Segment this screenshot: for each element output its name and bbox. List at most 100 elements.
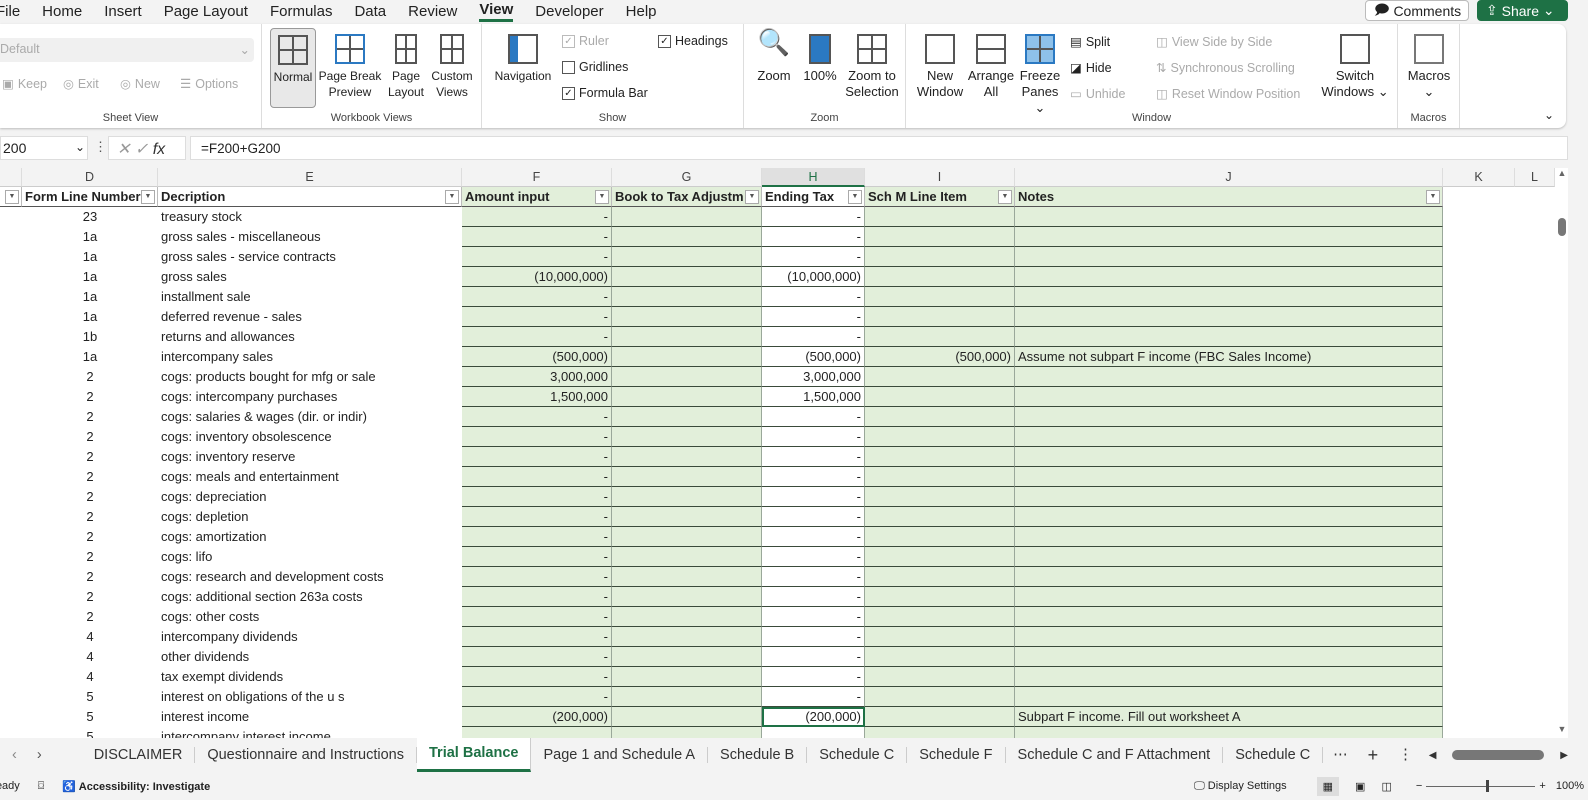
cell-H[interactable]: - [762,447,865,467]
cell-J[interactable] [1015,207,1443,227]
new-view-button[interactable]: ◎ New [120,76,160,92]
cell-F[interactable]: - [462,587,612,607]
cell-I[interactable] [865,687,1015,707]
cell-I[interactable] [865,207,1015,227]
cell-J[interactable] [1015,227,1443,247]
formula-input[interactable]: =F200+G200 [190,136,1568,160]
cell-H[interactable]: - [762,567,865,587]
cell-G[interactable] [612,607,762,627]
sheet-view-select[interactable]: Default ⌄ [0,38,254,62]
cell-F[interactable]: - [462,647,612,667]
cell-E[interactable]: cogs: research and development costs [158,567,462,587]
split-button[interactable]: ▤ Split [1070,34,1110,50]
cell-I[interactable] [865,667,1015,687]
cell-J[interactable] [1015,527,1443,547]
arrange-all-button[interactable]: Arrange All [966,34,1016,100]
cell-I[interactable] [865,727,1015,738]
cell-J[interactable] [1015,647,1443,667]
cell-G[interactable] [612,327,762,347]
macro-record-icon[interactable]: ⌼ [38,780,45,793]
cell-F[interactable]: - [462,467,612,487]
cell-F[interactable] [462,727,612,738]
cell-G[interactable] [612,647,762,667]
name-box[interactable]: 200 ⌄ [0,136,88,160]
cell-I[interactable] [865,287,1015,307]
cell-H[interactable]: - [762,687,865,707]
share-button[interactable]: ⇪ Share ⌄ [1477,0,1568,21]
cell-E[interactable]: gross sales [158,267,462,287]
cell-F[interactable]: - [462,507,612,527]
cell-G[interactable] [612,387,762,407]
column-header-H[interactable]: H [762,168,865,187]
menu-file[interactable]: File [0,3,20,20]
cell-J[interactable] [1015,487,1443,507]
cell-I[interactable] [865,647,1015,667]
cell-E[interactable]: other dividends [158,647,462,667]
cell-H[interactable]: - [762,247,865,267]
cell-E[interactable]: cogs: other costs [158,607,462,627]
cell-E[interactable]: cogs: amortization [158,527,462,547]
column-header-F[interactable]: F [462,168,612,187]
column-header-D[interactable]: D [22,168,158,187]
cell-D[interactable]: 1a [22,287,158,307]
spreadsheet-grid[interactable]: D E F G H I J K L ▼ Form Line Number ▼ Decription ▼ Am… [0,168,1568,738]
cell-D[interactable]: 2 [22,387,158,407]
cell-I[interactable] [865,607,1015,627]
cell-G[interactable] [612,367,762,387]
filter-dropdown-icon[interactable]: ▼ [745,190,759,204]
cell-F[interactable]: - [462,487,612,507]
comments-button[interactable]: 🗩 Comments [1365,0,1469,21]
cell-F[interactable]: - [462,527,612,547]
cell-H[interactable]: (500,000) [762,347,865,367]
cell-D[interactable]: 5 [22,687,158,707]
cell-F[interactable]: - [462,667,612,687]
cell-F[interactable]: - [462,307,612,327]
menu-formulas[interactable]: Formulas [270,3,333,20]
cell-G[interactable] [612,227,762,247]
normal-view-button[interactable]: Normal [270,28,316,108]
filter-dropdown-icon[interactable]: ▼ [141,190,155,204]
cell-I[interactable] [865,387,1015,407]
cell-I[interactable] [865,627,1015,647]
cell-J[interactable] [1015,367,1443,387]
cell-D[interactable]: 5 [22,727,158,738]
cell-D[interactable]: 2 [22,587,158,607]
cell-H[interactable]: - [762,227,865,247]
sheet-tab[interactable]: Page 1 and Schedule A [531,747,709,763]
zoom-button[interactable]: 🔍 Zoom [754,29,794,84]
cell-H[interactable]: - [762,547,865,567]
cell-G[interactable] [612,347,762,367]
cell-H[interactable]: - [762,407,865,427]
column-header-I[interactable]: I [865,168,1015,187]
cell-G[interactable] [612,507,762,527]
cell-E[interactable]: gross sales - miscellaneous [158,227,462,247]
cell-E[interactable]: deferred revenue - sales [158,307,462,327]
column-header-K[interactable]: K [1443,168,1515,187]
cell-D[interactable]: 2 [22,467,158,487]
cell-G[interactable] [612,267,762,287]
cell-H[interactable]: - [762,307,865,327]
menu-review[interactable]: Review [408,3,457,20]
cell-D[interactable]: 2 [22,367,158,387]
zoom-to-selection-button[interactable]: Zoom to Selection [842,34,902,100]
cell-E[interactable]: interest on obligations of the u s [158,687,462,707]
sheet-tab[interactable]: Schedule C and F Attachment [1006,747,1224,763]
cell-E[interactable]: gross sales - service contracts [158,247,462,267]
cell-F[interactable]: - [462,567,612,587]
cell-J[interactable] [1015,427,1443,447]
cell-F[interactable]: - [462,687,612,707]
cell-E[interactable]: installment sale [158,287,462,307]
cell-E[interactable]: returns and allowances [158,327,462,347]
cell-H[interactable]: 3,000,000 [762,367,865,387]
filter-dropdown-icon[interactable]: ▼ [1426,190,1440,204]
column-header-J[interactable]: J [1015,168,1443,187]
cell-E[interactable]: cogs: products bought for mfg or sale [158,367,462,387]
cell-G[interactable] [612,247,762,267]
cell-J[interactable] [1015,287,1443,307]
cell-I[interactable] [865,267,1015,287]
cell-D[interactable]: 2 [22,407,158,427]
switch-windows-button[interactable]: Switch Windows ⌄ [1320,34,1390,100]
cell-D[interactable]: 4 [22,627,158,647]
cell-I[interactable] [865,227,1015,247]
cell-D[interactable]: 2 [22,527,158,547]
